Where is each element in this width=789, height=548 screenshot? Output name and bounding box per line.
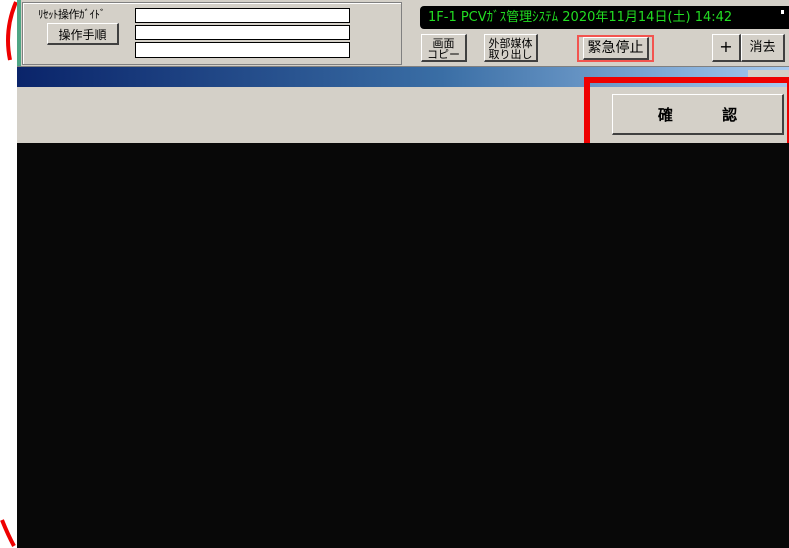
screen-copy-button[interactable]: 画面 コピー [421,34,467,62]
toolbar-accent-strip [17,0,21,66]
guide-text-line [135,8,350,23]
clear-button[interactable]: 消去 [741,34,785,62]
system-status-bar: 1F-1 PCVｶﾞｽ管理ｼｽﾃﾑ 2020年11月14日(土) 14:42 [420,6,789,29]
guide-text-line [135,25,350,40]
reset-guide-title: ﾘｾｯﾄ操作ｶﾞｲﾄﾞ [38,8,106,21]
status-indicator-icon [781,10,784,14]
window-title-bar [17,67,789,87]
left-margin [0,0,17,548]
window-control-icon[interactable] [748,70,789,80]
main-display-area [17,143,789,548]
guide-text-line [135,42,350,58]
system-status-text: 1F-1 PCVｶﾞｽ管理ｼｽﾃﾑ 2020年11月14日(土) 14:42 [428,10,733,25]
external-media-eject-button[interactable]: 外部媒体 取り出し [484,34,538,62]
plus-button[interactable]: + [712,34,741,62]
external-media-label-line2: 取り出し [488,48,533,61]
confirm-button[interactable]: 確 認 [612,94,784,135]
screen-copy-label-line2: コピー [427,48,460,61]
operation-procedure-button[interactable]: 操作手順 [47,23,119,45]
emergency-stop-button[interactable]: 緊急停止 [583,37,649,60]
